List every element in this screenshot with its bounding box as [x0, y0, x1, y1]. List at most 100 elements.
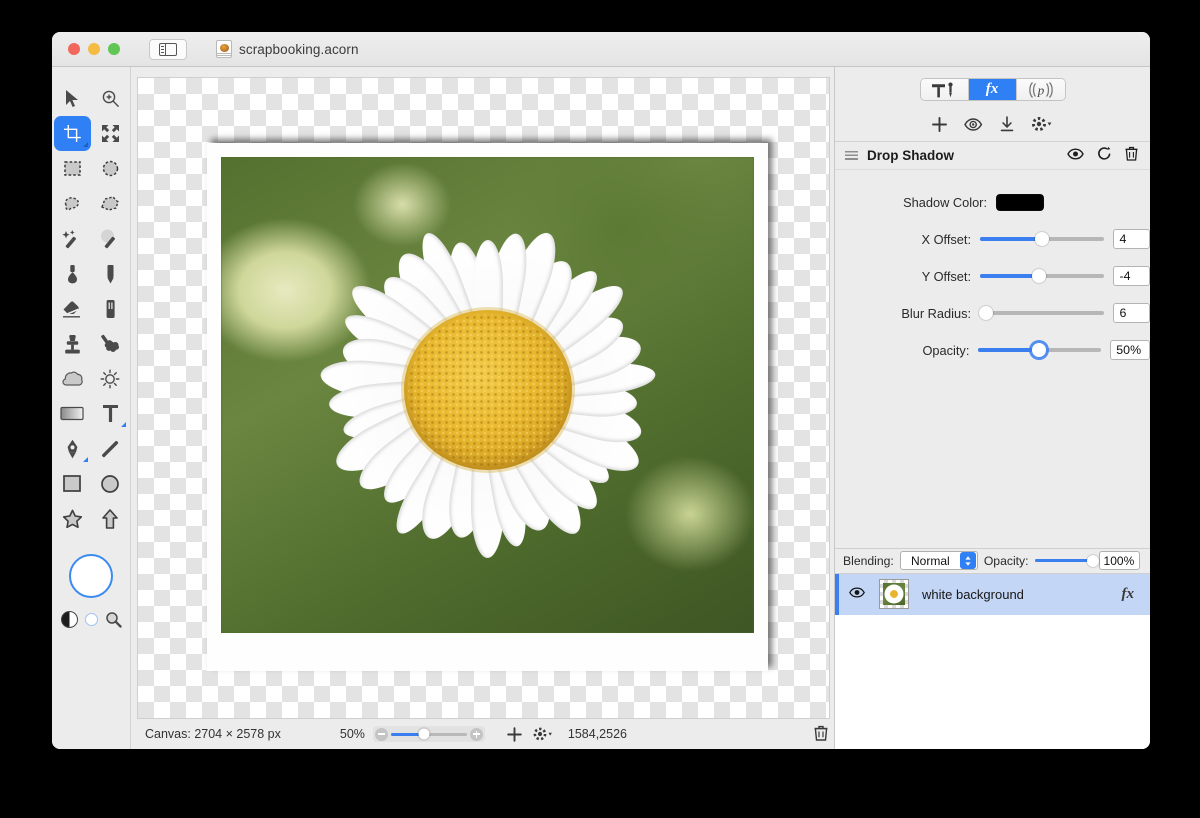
- black-white-reset-icon[interactable]: [60, 611, 78, 628]
- canvas-scroll-area[interactable]: [137, 77, 830, 719]
- layer-effects-badge[interactable]: fx: [1122, 586, 1135, 603]
- tool-ellipse-select[interactable]: [92, 151, 129, 186]
- daisy-flower: [228, 160, 748, 620]
- magnifier-icon[interactable]: [105, 611, 122, 628]
- blur-radius-slider[interactable]: [979, 305, 1105, 321]
- canvas-size-label: Canvas: 2704 × 2578 px: [145, 727, 281, 741]
- minimize-button[interactable]: [88, 43, 100, 55]
- title-bar: scrapbooking.acorn: [52, 32, 1150, 67]
- tool-smudge[interactable]: [92, 326, 129, 361]
- status-bar-actions: 1584,2526: [507, 725, 828, 744]
- tool-eraser[interactable]: [54, 291, 91, 326]
- inspector-tabs: fx p: [919, 78, 1066, 101]
- zoom-in-icon[interactable]: [469, 727, 483, 741]
- layer-opacity-input[interactable]: 100%: [1098, 551, 1140, 570]
- tool-rect-select[interactable]: [54, 151, 91, 186]
- tab-palette[interactable]: p: [1016, 79, 1065, 100]
- drag-handle-icon[interactable]: [845, 151, 858, 160]
- tool-clone-stamp[interactable]: [54, 326, 91, 361]
- effect-delete-trash-icon[interactable]: [1125, 146, 1138, 166]
- layer-opacity-label: Opacity:: [983, 553, 1029, 568]
- apply-filter-button[interactable]: [1000, 116, 1014, 137]
- tool-palette: [52, 67, 131, 749]
- swap-colors-icon[interactable]: [84, 613, 98, 626]
- opacity-label: Opacity:: [922, 342, 970, 358]
- layer-visibility-eye-icon[interactable]: [849, 585, 865, 603]
- y-offset-input[interactable]: -4: [1113, 266, 1150, 286]
- shadow-color-swatch[interactable]: [996, 193, 1044, 211]
- layer-thumbnail: [879, 579, 909, 609]
- opacity-slider[interactable]: [978, 342, 1102, 358]
- tool-options-corner: [82, 142, 88, 147]
- slider-track: [980, 311, 1105, 315]
- inspector-spacer: [835, 372, 1150, 548]
- tool-instant-alpha[interactable]: [92, 221, 129, 256]
- y-offset-row: Y Offset: -4: [835, 261, 1150, 291]
- zoom-out-icon[interactable]: [374, 727, 388, 741]
- effect-header: Drop Shadow: [835, 142, 1150, 170]
- blending-mode-select[interactable]: Normal: [899, 551, 978, 570]
- slider-fill: [980, 274, 1039, 278]
- x-offset-input[interactable]: 4: [1113, 229, 1150, 249]
- tool-crop[interactable]: [53, 116, 91, 151]
- palette-p-icon: p: [1028, 81, 1053, 98]
- blur-radius-input[interactable]: 6: [1113, 303, 1150, 323]
- fill-color-swatch[interactable]: [69, 554, 113, 598]
- tool-ellipse[interactable]: [92, 466, 129, 501]
- tab-filters[interactable]: fx: [968, 79, 1017, 100]
- delete-layer-button[interactable]: [814, 725, 828, 744]
- effect-controls: Shadow Color: X Offset: 4 Y Offset: -4 B…: [835, 170, 1150, 372]
- tab-tools[interactable]: [920, 79, 969, 100]
- effect-reset-icon[interactable]: [1097, 146, 1112, 166]
- effect-visibility-eye-icon[interactable]: [1067, 147, 1084, 165]
- chevron-updown-icon[interactable]: [959, 552, 976, 569]
- tab-filters-label: fx: [985, 81, 999, 97]
- add-filter-button[interactable]: [931, 116, 947, 137]
- sidebar-toggle-button[interactable]: [149, 38, 187, 60]
- zoom-button[interactable]: [108, 43, 120, 55]
- tool-magic-wand[interactable]: [54, 221, 91, 256]
- layer-actions-gear-icon[interactable]: [533, 727, 555, 741]
- tool-line[interactable]: [92, 431, 129, 466]
- zoom-slider-thumb[interactable]: [418, 728, 430, 740]
- layer-name[interactable]: white background: [922, 587, 1024, 602]
- tool-pencil[interactable]: [92, 256, 129, 291]
- close-button[interactable]: [68, 43, 80, 55]
- tool-polygon-lasso[interactable]: [92, 186, 129, 221]
- slider-thumb[interactable]: [1086, 554, 1099, 567]
- tool-gradient[interactable]: [54, 396, 91, 431]
- filter-actions-gear-icon[interactable]: [1031, 116, 1054, 137]
- tool-marker[interactable]: [92, 291, 129, 326]
- tool-dodge[interactable]: [92, 361, 129, 396]
- zoom-slider-track[interactable]: [390, 728, 467, 740]
- slider-thumb[interactable]: [979, 306, 994, 320]
- document-name: scrapbooking.acorn: [239, 41, 359, 57]
- tool-lasso[interactable]: [54, 186, 91, 221]
- canvas-column: Canvas: 2704 × 2578 px 50% 1584,2526: [131, 67, 834, 749]
- inspector-tabs-wrap: fx p: [835, 67, 1150, 112]
- tool-paint-bucket[interactable]: [54, 256, 91, 291]
- layers-list[interactable]: white background fx: [835, 573, 1150, 749]
- tool-text[interactable]: [92, 396, 129, 431]
- opacity-input[interactable]: 50%: [1110, 340, 1150, 360]
- tool-star[interactable]: [54, 501, 91, 536]
- slider-thumb[interactable]: [1035, 232, 1050, 246]
- slider-fill: [980, 237, 1043, 241]
- preview-filter-button[interactable]: [963, 117, 983, 137]
- tool-arrow[interactable]: [92, 501, 129, 536]
- x-offset-slider[interactable]: [980, 231, 1105, 247]
- zoom-slider[interactable]: [372, 726, 485, 742]
- tool-bezier-pen[interactable]: [54, 431, 91, 466]
- y-offset-slider[interactable]: [980, 268, 1105, 284]
- tool-transform[interactable]: [92, 116, 129, 151]
- tool-zoom[interactable]: [92, 81, 129, 116]
- tool-move[interactable]: [54, 81, 91, 116]
- slider-thumb[interactable]: [1031, 343, 1046, 357]
- slider-thumb[interactable]: [1031, 269, 1046, 283]
- add-layer-button[interactable]: [507, 726, 522, 742]
- tool-blur[interactable]: [54, 361, 91, 396]
- layer-opacity-slider[interactable]: [1034, 554, 1099, 568]
- tool-rectangle[interactable]: [54, 466, 91, 501]
- layer-row[interactable]: white background fx: [835, 573, 1150, 615]
- photo-frame-layer[interactable]: [207, 143, 768, 671]
